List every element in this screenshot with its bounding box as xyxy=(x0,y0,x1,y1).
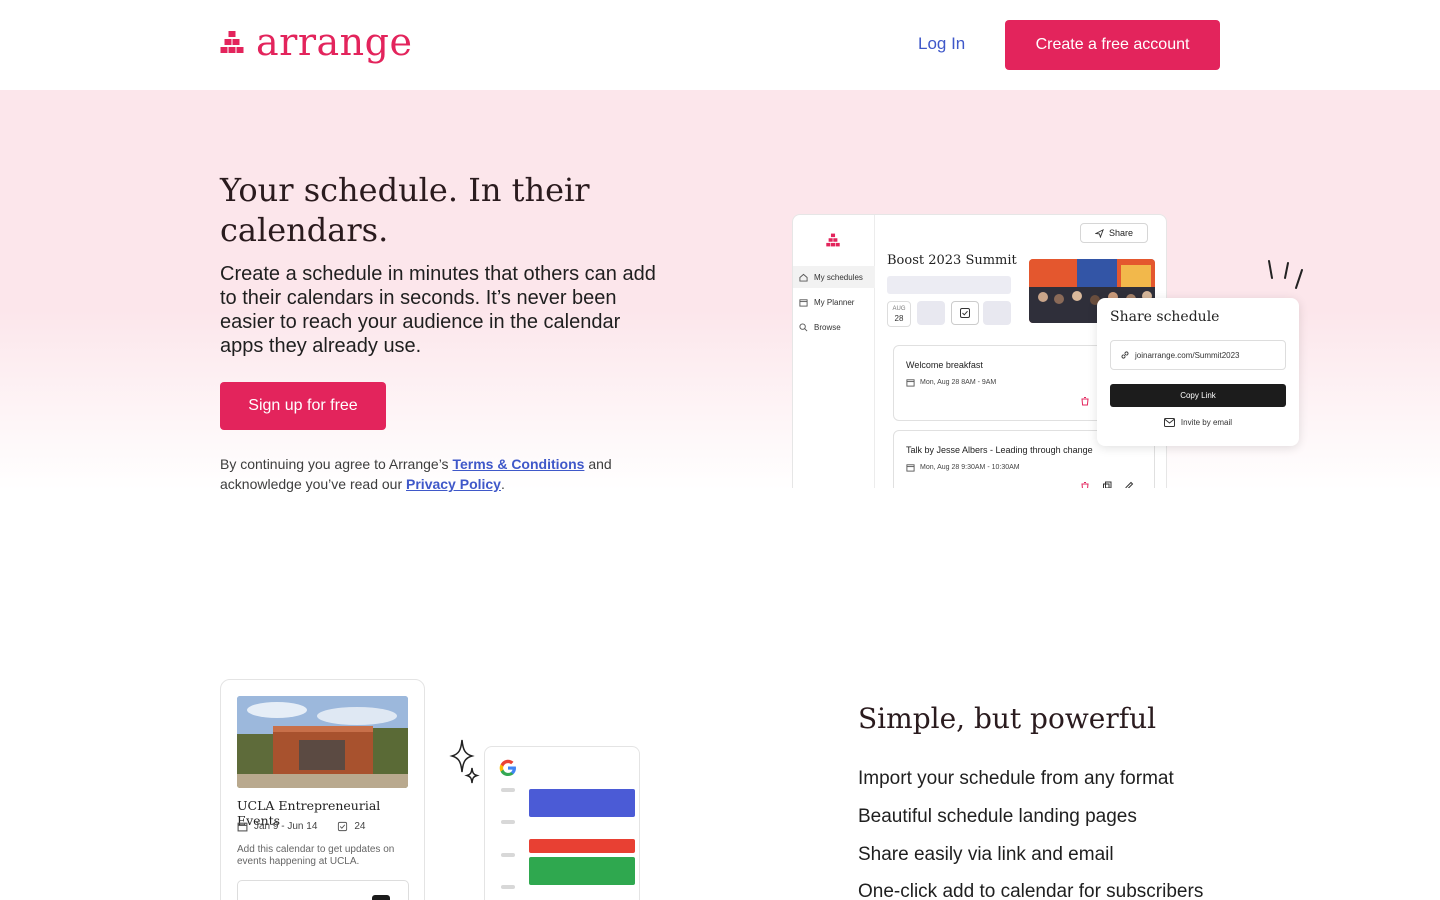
preview-schedule-title: Boost 2023 Summit xyxy=(887,253,1017,268)
trash-icon xyxy=(1081,482,1089,488)
google-calendar-preview xyxy=(484,746,640,900)
event-name: Welcome breakfast xyxy=(906,360,983,370)
event-time-label: Mon, Aug 28 8AM - 9AM xyxy=(920,379,997,386)
date-day: 28 xyxy=(894,314,904,323)
event-time: Mon, Aug 28 9:30AM - 10:30AM xyxy=(906,463,1020,472)
hero-subtitle: Create a schedule in minutes that others… xyxy=(220,263,656,357)
send-icon xyxy=(1094,228,1104,238)
feature-item: Import your schedule from any format xyxy=(858,768,1174,789)
schedule-card-meta: Jan 9 - Jun 14 24 xyxy=(237,821,366,832)
preview-check-chip xyxy=(951,301,979,325)
sparkle-lines-icon xyxy=(1268,260,1303,289)
preview-placeholder-bar xyxy=(887,276,1011,294)
terms-link[interactable]: Terms & Conditions xyxy=(452,456,584,472)
preview-nav-my-planner: My Planner xyxy=(793,291,875,313)
checkbox-icon xyxy=(960,308,970,318)
subscribe-check-box xyxy=(372,895,390,900)
preview-nav-my-schedules: My schedules xyxy=(793,266,875,288)
preview-share-button: Share xyxy=(1080,223,1148,243)
event-time: Mon, Aug 28 8AM - 9AM xyxy=(906,378,996,387)
link-icon xyxy=(1121,351,1129,359)
schedule-card-subscribe-box xyxy=(237,880,409,900)
calendar-time-tick xyxy=(501,788,515,792)
event-time-label: Mon, Aug 28 9:30AM - 10:30AM xyxy=(920,464,1020,471)
arrange-logo-icon xyxy=(220,31,244,53)
preview-nav-label: My Planner xyxy=(814,297,855,307)
arrange-logo-icon xyxy=(826,233,840,247)
calendar-icon xyxy=(237,822,248,832)
campus-building-photo xyxy=(237,696,408,788)
signup-button[interactable]: Sign up for free xyxy=(220,382,386,430)
create-account-button[interactable]: Create a free account xyxy=(1005,20,1220,70)
legal-notice: By continuing you agree to Arrange’s Ter… xyxy=(220,454,660,494)
invite-by-email: Invite by email xyxy=(1110,418,1286,427)
feature-item: Share easily via link and email xyxy=(858,844,1114,865)
login-link[interactable]: Log In xyxy=(918,34,965,54)
pencil-icon xyxy=(1125,481,1134,488)
schedule-card-description: Add this calendar to get updates on even… xyxy=(237,844,395,867)
calendar-icon xyxy=(906,379,915,387)
brand-name: arrange xyxy=(256,20,413,64)
site-header: arrange Log In Create a free account xyxy=(0,0,1440,90)
duplicate-icon xyxy=(1103,481,1112,488)
share-label: Share xyxy=(1108,228,1134,238)
checkbox-icon xyxy=(338,821,348,832)
share-link-field: joinarrange.com/Summit2023 xyxy=(1110,340,1286,370)
search-icon xyxy=(799,322,808,331)
home-icon xyxy=(799,273,808,282)
trash-icon xyxy=(1081,397,1089,406)
calendar-time-tick xyxy=(501,820,515,824)
copy-link-button: Copy Link xyxy=(1110,384,1286,407)
calendar-time-tick xyxy=(501,853,515,857)
share-schedule-popup: Share schedule joinarrange.com/Summit202… xyxy=(1097,298,1299,446)
preview-nav-label: Browse xyxy=(814,322,841,332)
schedule-card-count: 24 xyxy=(354,821,366,832)
feature-item: One-click add to calendar for subscriber… xyxy=(858,881,1204,900)
calendar-icon xyxy=(906,464,915,472)
share-link-text: joinarrange.com/Summit2023 xyxy=(1135,350,1240,360)
calendar-icon xyxy=(799,298,808,307)
calendar-time-tick xyxy=(501,885,515,889)
preview-chip xyxy=(917,301,945,325)
features-title: Simple, but powerful xyxy=(858,702,1157,735)
calendar-event-block-green xyxy=(529,857,635,885)
schedule-card-dates: Jan 9 - Jun 14 xyxy=(254,821,318,832)
date-month: AUG xyxy=(892,306,906,312)
privacy-link[interactable]: Privacy Policy xyxy=(406,476,501,492)
preview-chip xyxy=(983,301,1011,325)
feature-item: Beautiful schedule landing pages xyxy=(858,806,1137,827)
brand-logo[interactable]: arrange xyxy=(220,20,412,64)
legal-prefix: By continuing you agree to Arrange’s xyxy=(220,456,449,472)
invite-label: Invite by email xyxy=(1180,418,1233,427)
calendar-event-block-blue xyxy=(529,789,635,817)
preview-nav-label: My schedules xyxy=(814,272,863,282)
hero-title: Your schedule. In their calendars. xyxy=(220,171,590,249)
legal-suffix: . xyxy=(500,476,505,492)
sparkle-star-icon xyxy=(449,739,480,784)
preview-sidebar: My schedules My Planner Browse xyxy=(793,215,875,488)
share-popup-title: Share schedule xyxy=(1110,309,1220,325)
preview-date-chip: AUG 28 xyxy=(887,301,911,327)
calendar-event-block-red xyxy=(529,839,635,853)
google-icon xyxy=(499,759,516,776)
preview-nav-browse: Browse xyxy=(793,316,875,338)
mail-icon xyxy=(1163,418,1175,427)
event-name: Talk by Jesse Albers - Leading through c… xyxy=(906,445,1093,455)
sample-schedule-card: UCLA Entrepreneurial Events Jan 9 - Jun … xyxy=(220,679,425,900)
building-illustration xyxy=(237,696,408,788)
